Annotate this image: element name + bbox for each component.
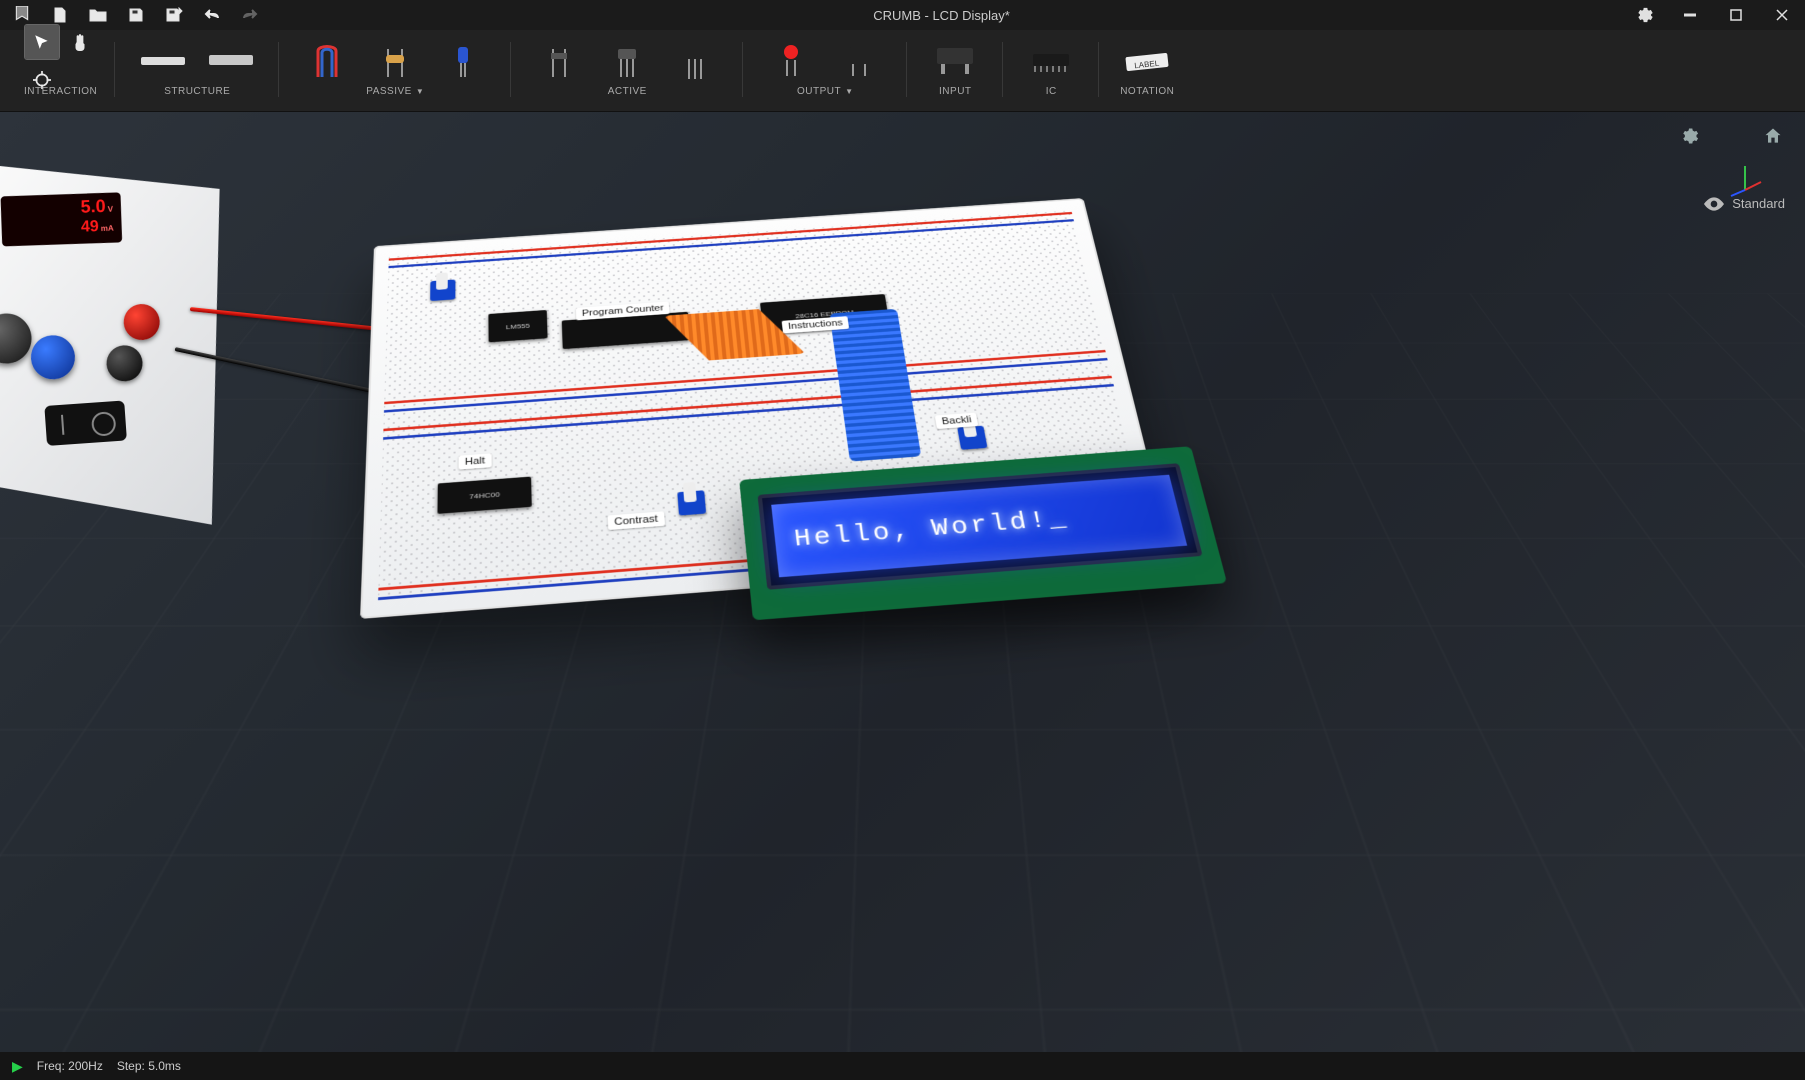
group-structure: STRUCTURE <box>115 34 279 111</box>
hand-tool[interactable] <box>63 25 97 59</box>
chip-label: 74HC00 <box>437 477 531 514</box>
minimize-button[interactable] <box>1667 0 1713 30</box>
chevron-down-icon[interactable]: ▼ <box>845 87 853 96</box>
wire-icon[interactable] <box>297 39 357 83</box>
title-bar: CRUMB - LCD Display* <box>0 0 1805 30</box>
status-step: Step: 5.0ms <box>117 1059 181 1073</box>
psu-power-switch[interactable] <box>44 400 127 445</box>
viewport-3d[interactable]: 5.0V 49mA LM555 28C16 EEPROM 74HC00 <box>0 112 1805 1052</box>
switch-icon[interactable] <box>925 39 985 83</box>
capacitor-icon[interactable] <box>433 39 493 83</box>
window-title: CRUMB - LCD Display* <box>262 8 1621 23</box>
simulation-play-icon[interactable]: ▶ <box>12 1058 23 1075</box>
power-supply[interactable]: 5.0V 49mA <box>0 143 243 540</box>
group-structure-label: STRUCTURE <box>164 86 230 97</box>
group-output: OUTPUT ▼ <box>743 34 907 111</box>
buzzer-icon[interactable] <box>829 39 889 83</box>
status-freq: Freq: 200Hz <box>37 1059 103 1073</box>
ic-chip-icon[interactable] <box>1021 39 1081 83</box>
group-output-label[interactable]: OUTPUT <box>797 86 841 97</box>
psu-jack-negative[interactable] <box>105 344 143 382</box>
group-notation: LABEL NOTATION <box>1099 34 1195 111</box>
psu-voltage-unit: V <box>108 205 114 214</box>
viewport-settings-icon[interactable] <box>1679 126 1699 146</box>
group-input: INPUT <box>907 34 1003 111</box>
group-input-label: INPUT <box>939 86 972 97</box>
group-passive: PASSIVE ▼ <box>279 34 511 111</box>
status-step-value: 5.0ms <box>148 1059 181 1073</box>
component-toolbar: INTERACTION STRUCTURE PASSIVE ▼ <box>0 30 1805 112</box>
psu-voltage-value: 5.0 <box>80 196 106 217</box>
status-bar: ▶ Freq: 200Hz Step: 5.0ms <box>0 1052 1805 1080</box>
label-backlight[interactable]: Backli <box>935 413 979 430</box>
wires-control-bus[interactable] <box>829 309 921 462</box>
close-button[interactable] <box>1759 0 1805 30</box>
group-interaction-label: INTERACTION <box>24 86 97 97</box>
group-passive-label[interactable]: PASSIVE <box>366 86 412 97</box>
svg-text:LABEL: LABEL <box>1134 59 1160 71</box>
maximize-button[interactable] <box>1713 0 1759 30</box>
group-interaction: INTERACTION <box>6 34 115 111</box>
group-ic-label: IC <box>1046 86 1057 97</box>
stripboard-icon[interactable] <box>201 39 261 83</box>
psu-knob-blue[interactable] <box>29 334 76 381</box>
psu-current-value: 49 <box>81 218 99 236</box>
label-halt[interactable]: Halt <box>459 453 492 469</box>
status-freq-value: 200Hz <box>68 1059 103 1073</box>
psu-display: 5.0V 49mA <box>1 192 123 246</box>
select-tool[interactable] <box>25 25 59 59</box>
status-freq-label: Freq: <box>37 1059 65 1073</box>
viewport-home-icon[interactable] <box>1763 126 1783 146</box>
pot-backlight[interactable] <box>957 426 987 450</box>
group-ic: IC <box>1003 34 1099 111</box>
label-icon[interactable]: LABEL <box>1117 39 1177 83</box>
view-mode-selector[interactable]: Standard <box>1704 196 1785 211</box>
settings-icon[interactable] <box>1621 0 1667 30</box>
psu-jack-positive[interactable] <box>122 303 160 341</box>
breadboard-icon[interactable] <box>133 39 193 83</box>
lcd-screen-text: Hello, World!_ <box>771 475 1187 578</box>
psu-current-unit: mA <box>101 224 114 233</box>
ic-lm555[interactable]: LM555 <box>488 310 547 342</box>
label-contrast[interactable]: Contrast <box>608 511 665 530</box>
pot-contrast[interactable] <box>677 490 706 515</box>
group-active-label: ACTIVE <box>608 86 647 97</box>
chevron-down-icon[interactable]: ▼ <box>416 87 424 96</box>
save-icon[interactable] <box>124 0 148 30</box>
psu-knob[interactable] <box>0 312 33 365</box>
ic-74hc00[interactable]: 74HC00 <box>437 477 531 514</box>
save-as-icon[interactable] <box>162 0 186 30</box>
redo-icon[interactable] <box>238 0 262 30</box>
mosfet-icon[interactable] <box>665 39 725 83</box>
led-icon[interactable] <box>761 39 821 83</box>
view-mode-label: Standard <box>1732 196 1785 211</box>
group-notation-label: NOTATION <box>1120 86 1174 97</box>
pot-top-left[interactable] <box>430 279 455 301</box>
breadboard-assembly[interactable]: LM555 28C16 EEPROM 74HC00 Program Counte… <box>360 198 1172 619</box>
diode-icon[interactable] <box>529 39 589 83</box>
transistor-icon[interactable] <box>597 39 657 83</box>
group-active: ACTIVE <box>511 34 743 111</box>
status-step-label: Step: <box>117 1059 145 1073</box>
undo-icon[interactable] <box>200 0 224 30</box>
resistor-icon[interactable] <box>365 39 425 83</box>
chip-label: LM555 <box>488 310 547 342</box>
axis-gizmo[interactable] <box>1725 160 1765 200</box>
